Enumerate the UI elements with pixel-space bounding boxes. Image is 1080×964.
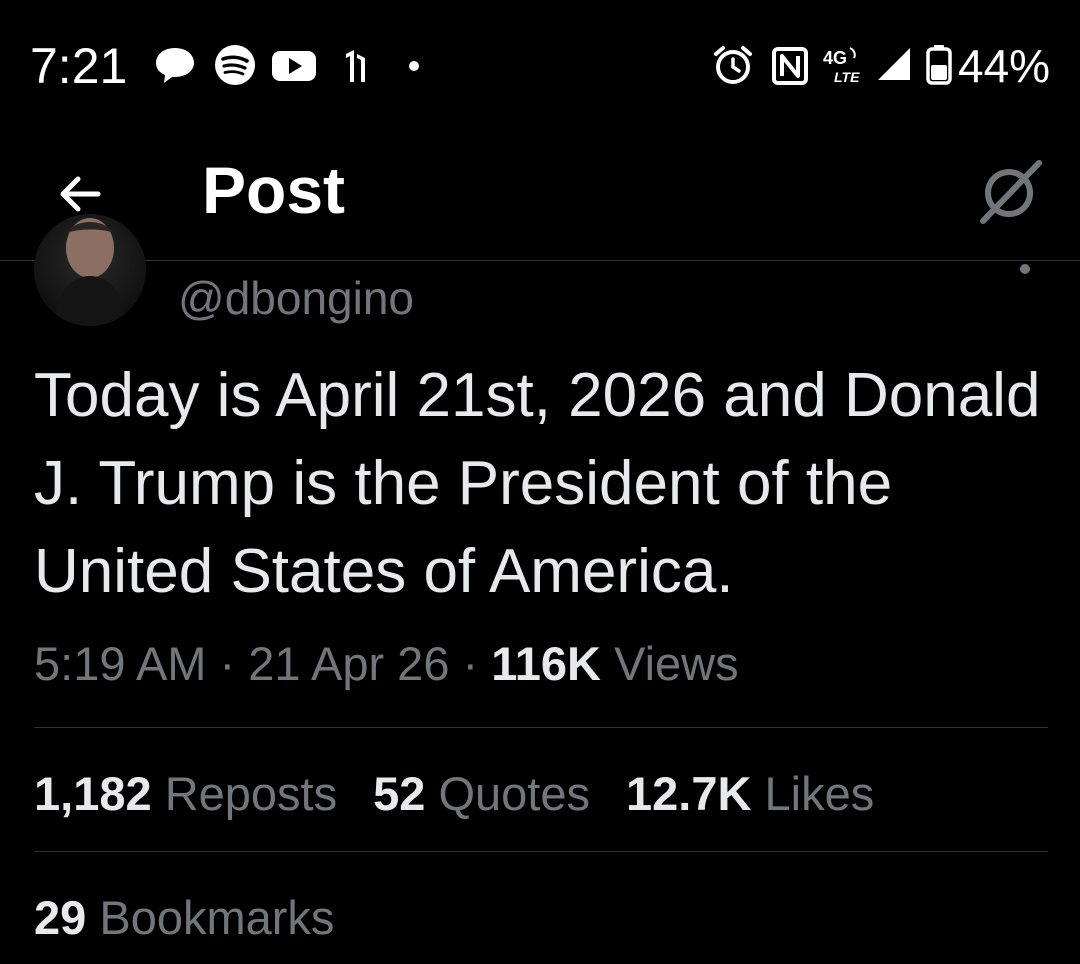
divider	[34, 727, 1048, 728]
status-time: 7:21	[30, 38, 128, 94]
battery-percent: 44%	[958, 40, 1051, 92]
signal-icon	[878, 48, 910, 80]
app-notification-icon	[346, 50, 365, 82]
svg-text:LTE: LTE	[834, 69, 860, 85]
post-time[interactable]: 5:19 AM	[34, 637, 206, 690]
quotes-label: Quotes	[438, 767, 590, 820]
meta-separator: ·	[219, 637, 236, 690]
divider	[34, 851, 1048, 852]
arrow-left-icon	[60, 176, 101, 212]
svg-text:4G: 4G	[823, 48, 847, 68]
post-date[interactable]: 21 Apr 26	[248, 637, 449, 690]
likes-stat[interactable]: 12.7K Likes	[626, 764, 874, 824]
reposts-label: Reposts	[164, 767, 338, 820]
grok-icon	[980, 160, 1042, 224]
meta-separator: ·	[462, 637, 479, 690]
spotify-icon	[215, 45, 255, 85]
battery-icon	[926, 45, 952, 85]
lte-icon: 4G LTE	[823, 47, 860, 85]
page-title: Post	[202, 153, 346, 227]
post-meta: 5:19 AM · 21 Apr 26 · 116K Views	[34, 634, 739, 694]
chat-bubble-icon	[156, 48, 194, 83]
quotes-stat[interactable]: 52 Quotes	[373, 764, 590, 824]
youtube-icon	[272, 51, 316, 81]
views-count: 116K	[491, 637, 602, 690]
reposts-stat[interactable]: 1,182 Reposts	[34, 764, 337, 824]
bookmarks-count: 29	[34, 891, 87, 944]
profile-photo	[34, 214, 146, 326]
nfc-icon	[772, 47, 808, 85]
alarm-icon	[714, 46, 752, 84]
views-label: Views	[614, 637, 739, 690]
more-options-icon[interactable]	[1020, 264, 1030, 274]
avatar[interactable]	[34, 214, 146, 326]
likes-count: 12.7K	[626, 767, 752, 820]
dot-icon	[409, 61, 419, 71]
bookmarks-stat[interactable]: 29 Bookmarks	[34, 888, 334, 948]
reposts-count: 1,182	[34, 767, 152, 820]
quotes-count: 52	[373, 767, 426, 820]
engagement-stats: 1,182 Reposts 52 Quotes 12.7K Likes	[34, 764, 874, 824]
status-bar: 7:21 4G LTE 44%	[0, 0, 1080, 130]
bookmarks-label: Bookmarks	[99, 891, 335, 944]
grok-button[interactable]	[968, 148, 1054, 234]
post-text: Today is April 21st, 2026 and Donald J. …	[34, 361, 1041, 606]
likes-label: Likes	[764, 767, 875, 820]
top-app-bar: Post	[0, 130, 1080, 261]
author-handle[interactable]: @dbongino	[178, 270, 414, 326]
